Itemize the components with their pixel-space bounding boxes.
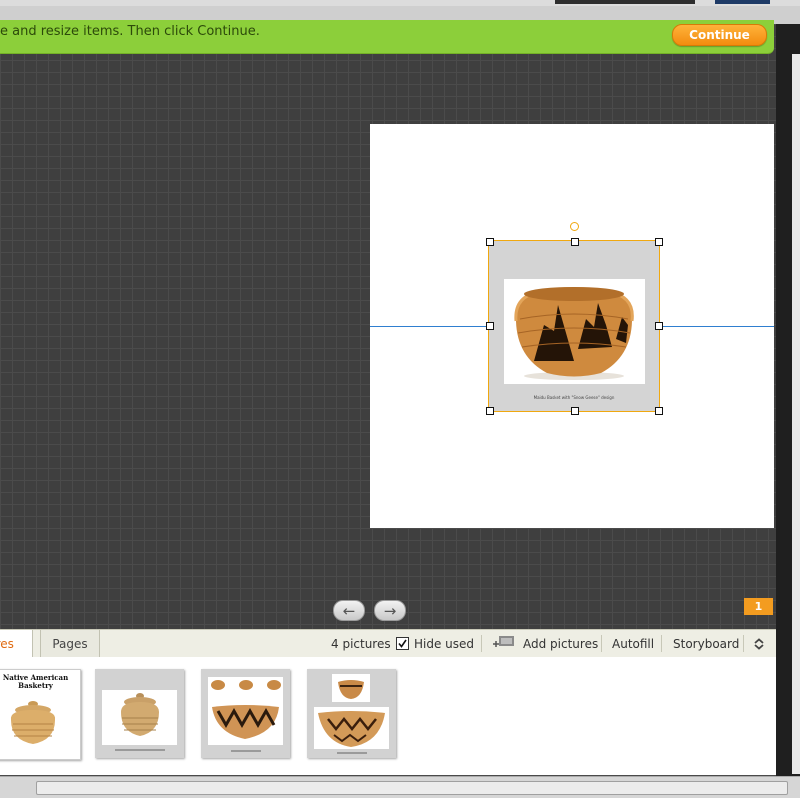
resize-handle-bottom[interactable] xyxy=(571,407,579,415)
resize-handle-bottom-left[interactable] xyxy=(486,407,494,415)
rotate-handle-icon[interactable] xyxy=(570,222,579,231)
thumbnail-basket-collage[interactable] xyxy=(201,669,290,758)
tab-pictures-label: ures xyxy=(0,636,14,651)
add-pictures-button[interactable]: Add pictures xyxy=(493,630,598,657)
horizontal-scrollbar[interactable] xyxy=(0,776,800,798)
horizontal-scrollbar-thumb[interactable] xyxy=(36,781,788,795)
picture-tray: Native American Basketry xyxy=(0,657,776,775)
resize-handle-bottom-right[interactable] xyxy=(655,407,663,415)
basket-thumbnail-image xyxy=(121,693,159,736)
instruction-text: e and resize items. Then click Continue. xyxy=(0,24,260,39)
selected-photo-frame[interactable]: Maidu Basket with "Snow Geese" design xyxy=(488,240,660,412)
checkbox-icon[interactable] xyxy=(396,637,409,650)
next-page-button[interactable]: → xyxy=(374,600,406,621)
taskbar-fragment xyxy=(555,0,695,4)
arrow-right-icon: → xyxy=(383,601,397,620)
tab-pictures[interactable]: ures xyxy=(0,630,33,657)
toolbar-divider xyxy=(743,635,744,652)
toolbar-divider xyxy=(481,635,482,652)
basket-thumbnail-image xyxy=(10,701,56,744)
storyboard-button[interactable]: Storyboard xyxy=(673,630,739,657)
resize-handle-right[interactable] xyxy=(655,322,663,330)
tab-pages[interactable]: Pages xyxy=(40,630,100,657)
continue-button[interactable]: Continue xyxy=(672,24,767,46)
toolbar-divider xyxy=(661,635,662,652)
thumbnail-basket-pair[interactable] xyxy=(307,669,396,758)
arrow-left-icon: ← xyxy=(342,601,356,620)
expand-tray-button[interactable] xyxy=(753,630,765,657)
vertical-scrollbar[interactable] xyxy=(776,24,800,797)
autofill-button[interactable]: Autofill xyxy=(612,630,654,657)
resize-handle-left[interactable] xyxy=(486,322,494,330)
instruction-banner: e and resize items. Then click Continue.… xyxy=(0,20,774,54)
previous-page-button[interactable]: ← xyxy=(333,600,365,621)
resize-handle-top-left[interactable] xyxy=(486,238,494,246)
resize-handle-top-right[interactable] xyxy=(655,238,663,246)
taskbar-fragment-blue xyxy=(715,0,770,4)
basket-photo xyxy=(504,279,645,384)
thumbnail-lidded-basket[interactable] xyxy=(95,669,184,758)
resize-handle-top[interactable] xyxy=(571,238,579,246)
tray-toolbar: ures Pages 4 pictures Hide used Add pict… xyxy=(0,629,776,659)
hide-used-label: Hide used xyxy=(414,636,475,651)
tab-pages-label: Pages xyxy=(52,636,88,651)
picture-count: 4 pictures xyxy=(331,636,391,651)
basket-thumbnail-image xyxy=(211,680,281,739)
thumbnail-book-cover[interactable]: Native American Basketry xyxy=(0,669,81,760)
hide-used-toggle[interactable]: Hide used xyxy=(396,630,474,657)
page-number-badge[interactable]: 1 xyxy=(744,598,773,615)
basket-thumbnail-image xyxy=(318,711,385,747)
vertical-scrollbar-track[interactable] xyxy=(792,54,800,774)
add-pictures-label: Add pictures xyxy=(523,636,599,651)
toolbar-divider xyxy=(601,635,602,652)
thumbnail-cover-subtitle: Basketry xyxy=(18,681,53,690)
add-picture-icon xyxy=(493,635,515,652)
photo-caption: Maidu Basket with "Snow Geese" design xyxy=(533,395,615,400)
basket-thumbnail-image xyxy=(338,680,364,699)
expand-collapse-icon xyxy=(754,637,764,650)
